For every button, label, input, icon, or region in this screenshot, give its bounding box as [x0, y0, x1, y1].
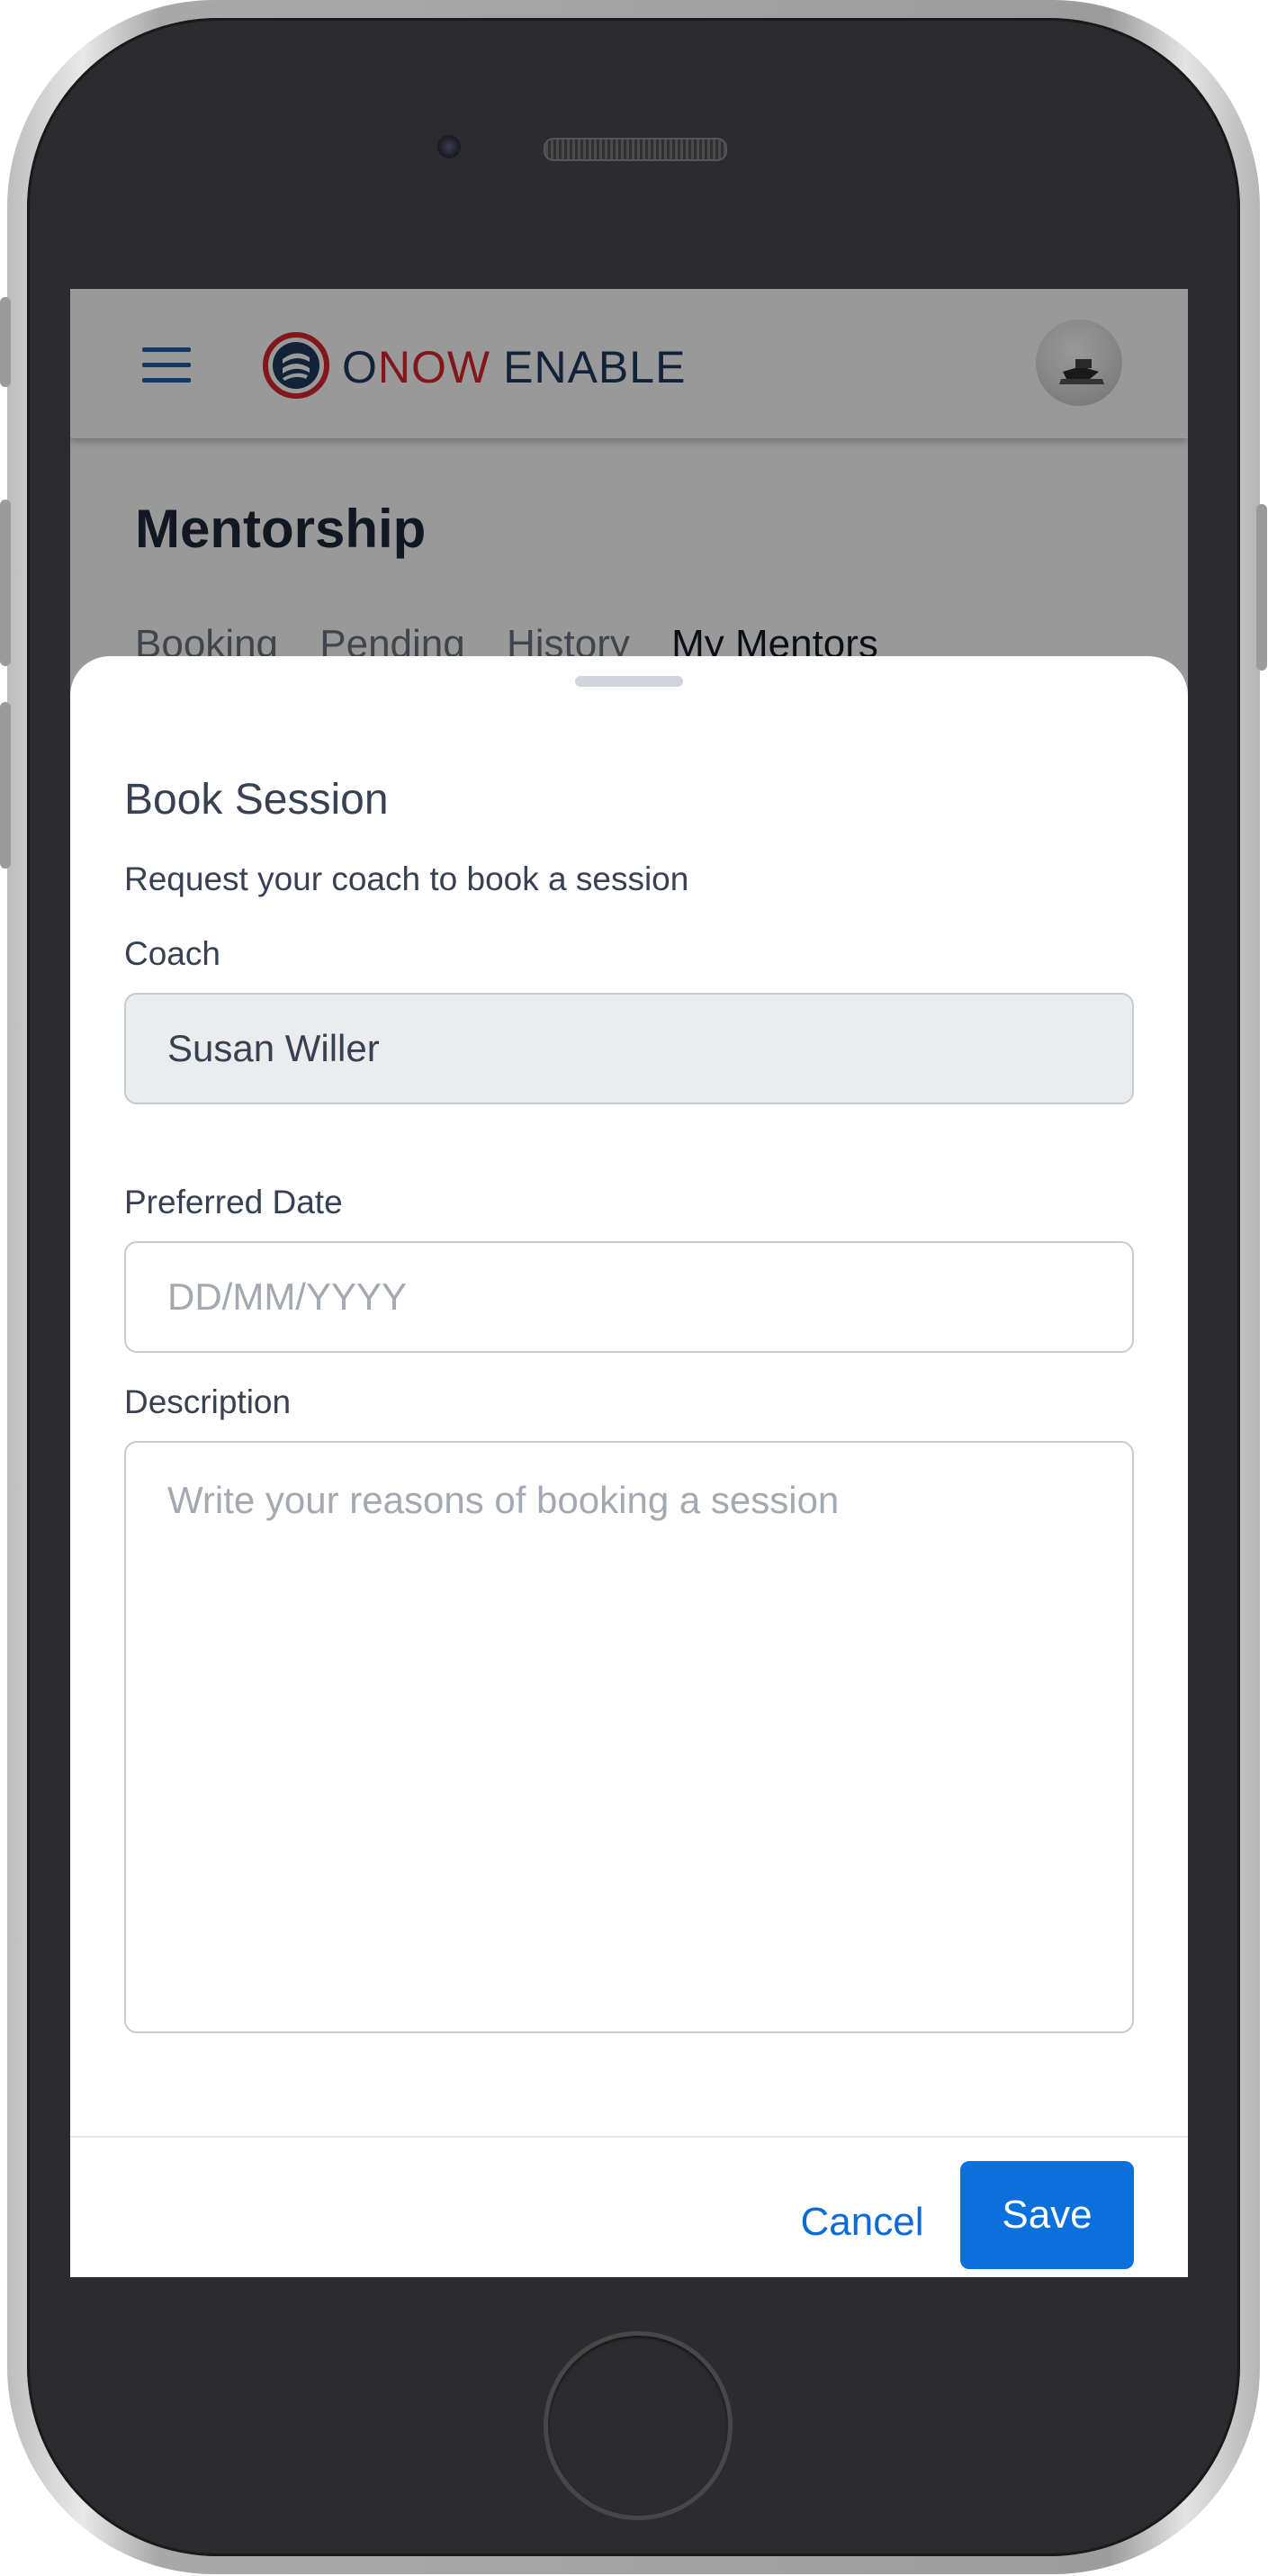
preferred-date-label: Preferred Date [124, 1184, 343, 1220]
mute-switch [0, 297, 11, 387]
app-screen: ONOW ENABLE Mentorship Booking Pending Hi… [70, 289, 1188, 2277]
save-button[interactable]: Save [960, 2161, 1134, 2269]
earpiece-speaker [544, 138, 727, 161]
sheet-title: Book Session [124, 776, 389, 824]
footer-divider [70, 2136, 1188, 2138]
front-camera [437, 135, 461, 158]
power-button [1256, 504, 1267, 671]
preferred-date-input[interactable] [124, 1241, 1134, 1353]
sheet-subtitle: Request your coach to book a session [124, 860, 689, 897]
coach-label: Coach [124, 935, 220, 972]
home-button[interactable] [544, 2331, 733, 2520]
cancel-button[interactable]: Cancel [772, 2168, 952, 2276]
volume-down-button [0, 702, 11, 869]
description-label: Description [124, 1383, 292, 1420]
description-textarea[interactable] [124, 1441, 1134, 2033]
book-session-sheet: Book Session Request your coach to book … [70, 656, 1188, 2277]
sheet-drag-handle[interactable] [575, 676, 683, 687]
coach-field[interactable] [124, 993, 1134, 1104]
volume-up-button [0, 500, 11, 666]
